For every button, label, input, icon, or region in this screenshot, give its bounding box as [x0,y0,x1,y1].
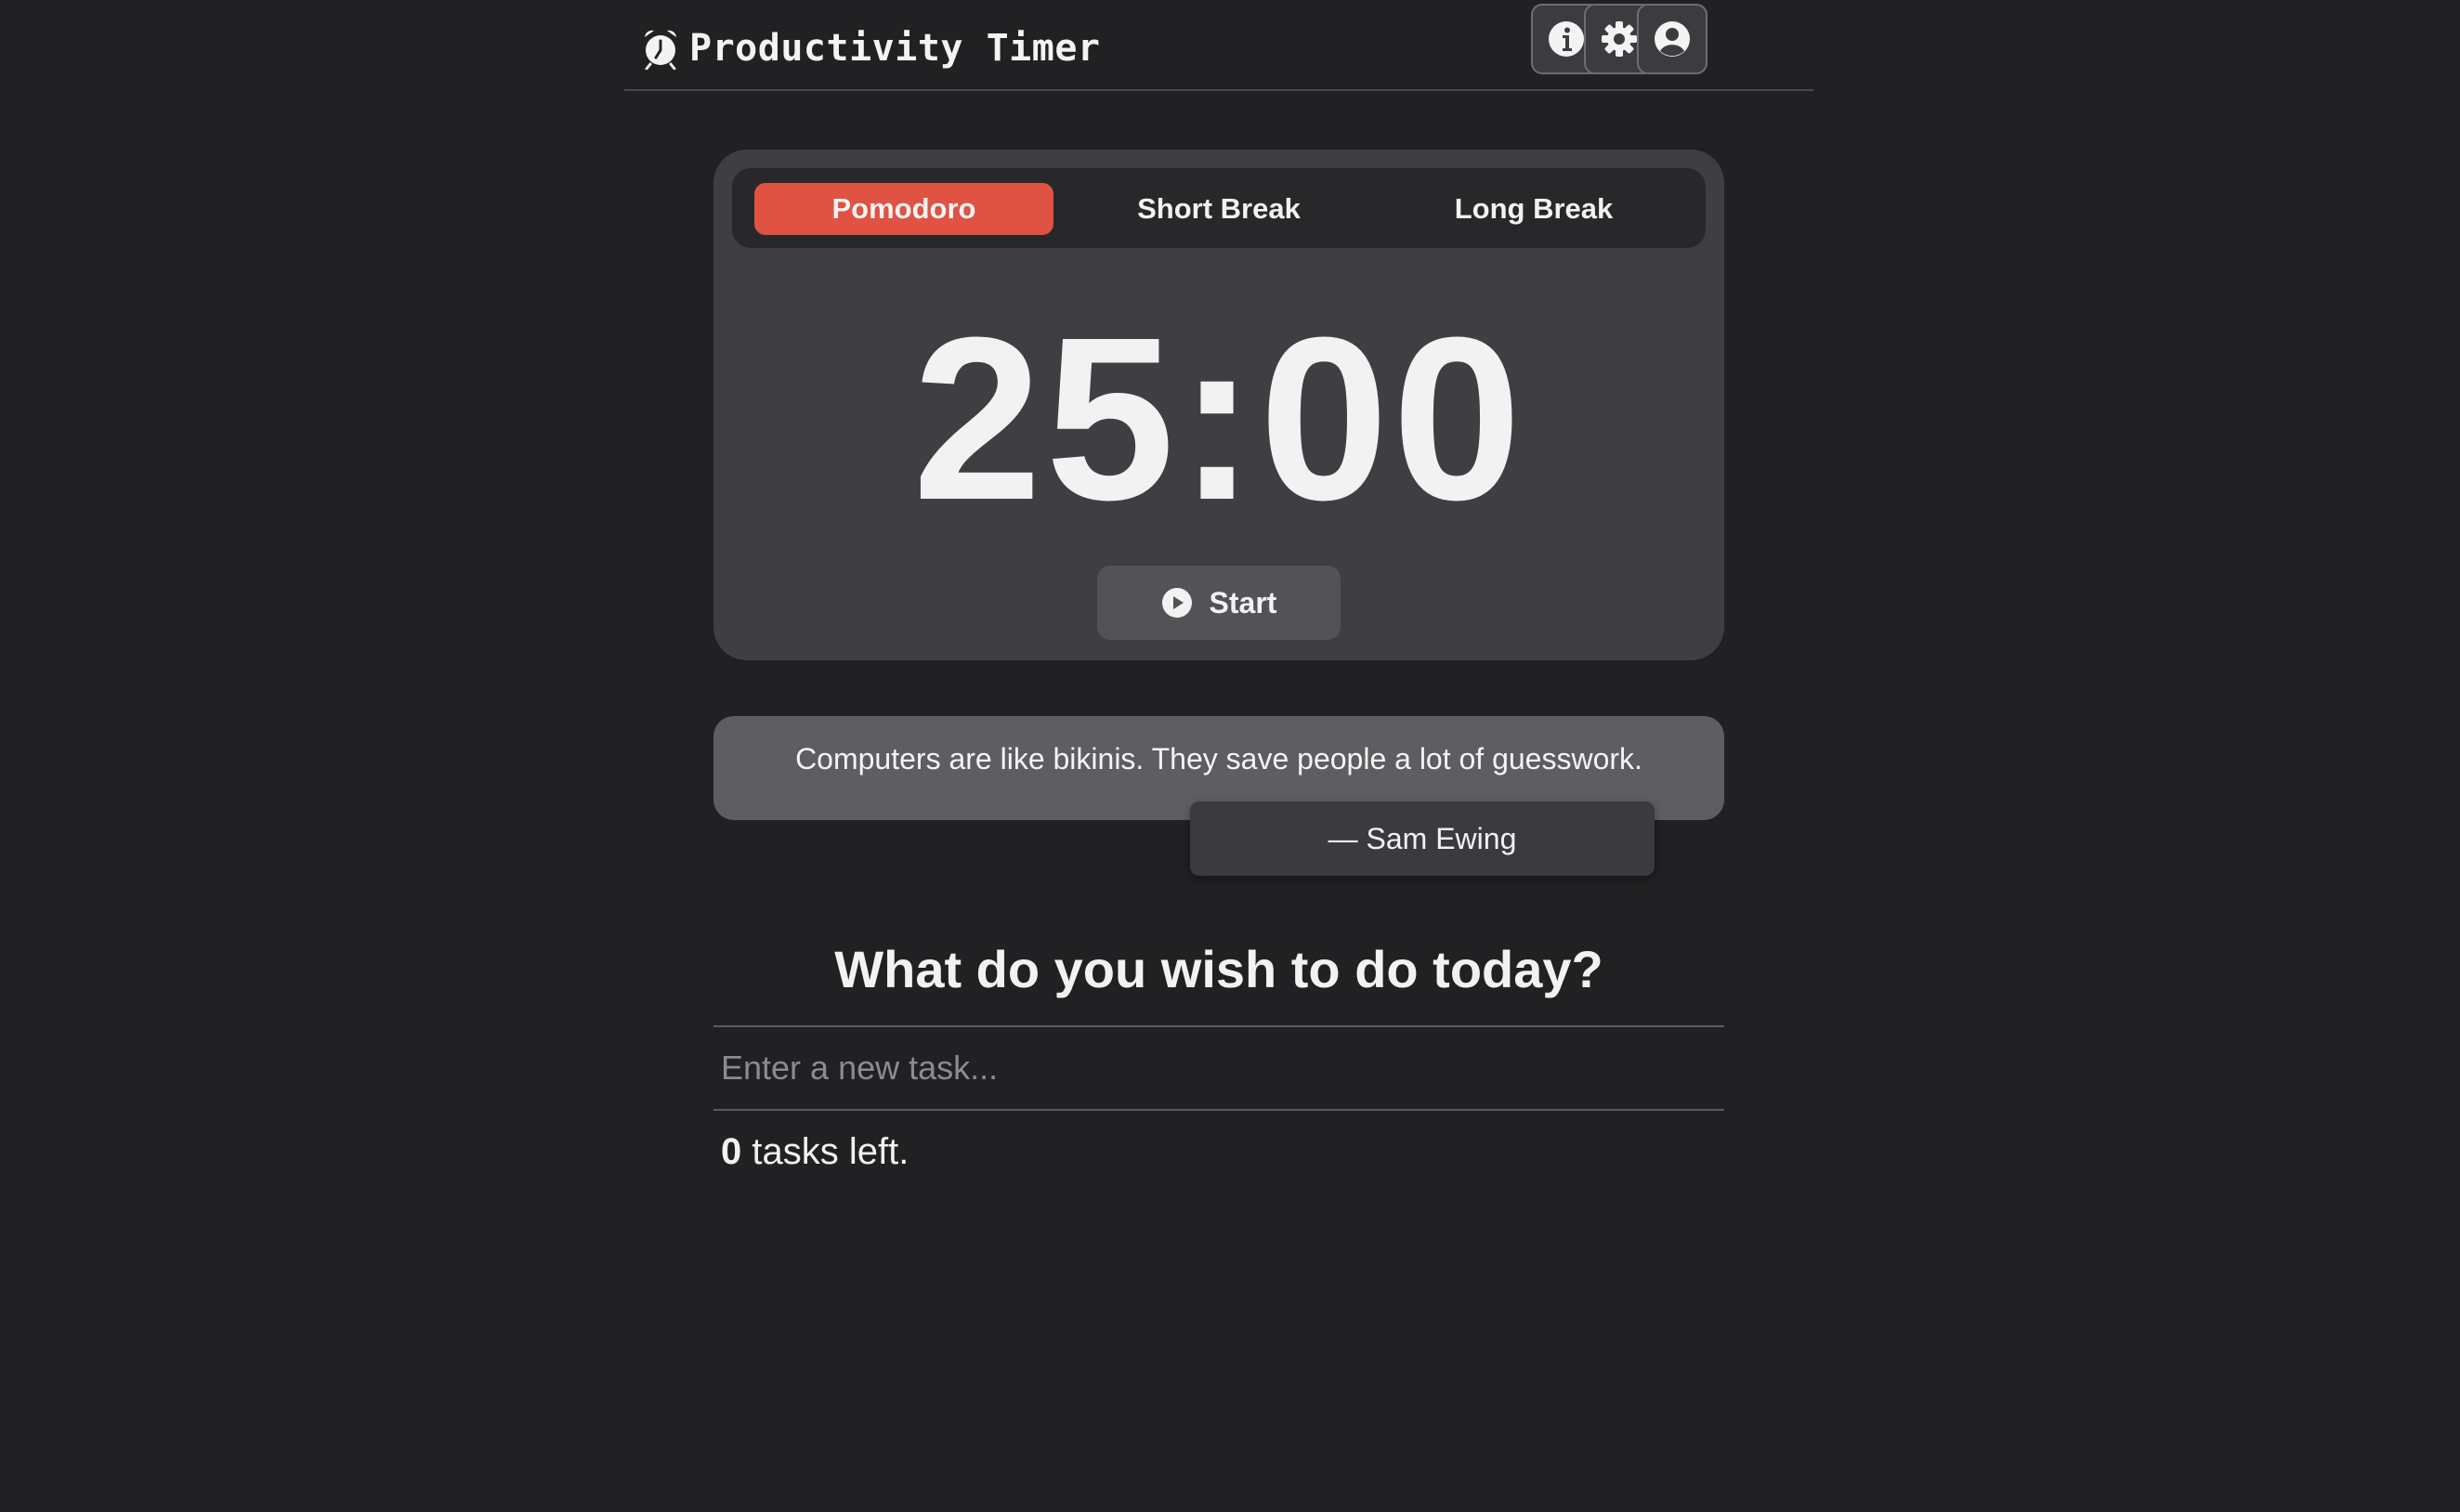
app-title: Productivity Timer [689,27,1101,70]
tasks-count-suffix: tasks left. [741,1131,909,1172]
tab-long-break[interactable]: Long Break [1384,183,1683,235]
tasks-left-counter: 0 tasks left. [721,1131,909,1173]
timer-display: 25:00 [912,289,1525,548]
info-icon [1549,21,1584,57]
gear-icon [1602,21,1637,57]
quote-text: Computers are like bikinis. They save pe… [795,742,1642,776]
new-task-input[interactable] [713,1025,1724,1111]
mode-tabs: Pomodoro Short Break Long Break [732,168,1706,248]
tab-short-break[interactable]: Short Break [1069,183,1368,235]
account-button[interactable] [1637,4,1708,74]
app-header: Productivity Timer [624,0,1813,91]
brand: Productivity Timer [641,22,1100,74]
user-circle-icon [1655,21,1690,57]
tab-pomodoro[interactable]: Pomodoro [754,183,1053,235]
alarm-clock-icon [645,30,676,70]
play-circle-icon [1161,588,1192,618]
start-label: Start [1209,585,1277,619]
timer-card: Pomodoro Short Break Long Break 25:00 St… [713,150,1724,660]
tasks-heading: What do you wish to do today? [834,940,1603,998]
quote-author: — Sam Ewing [1190,802,1655,876]
start-button[interactable]: Start [1097,566,1341,640]
tasks-count: 0 [721,1131,742,1172]
